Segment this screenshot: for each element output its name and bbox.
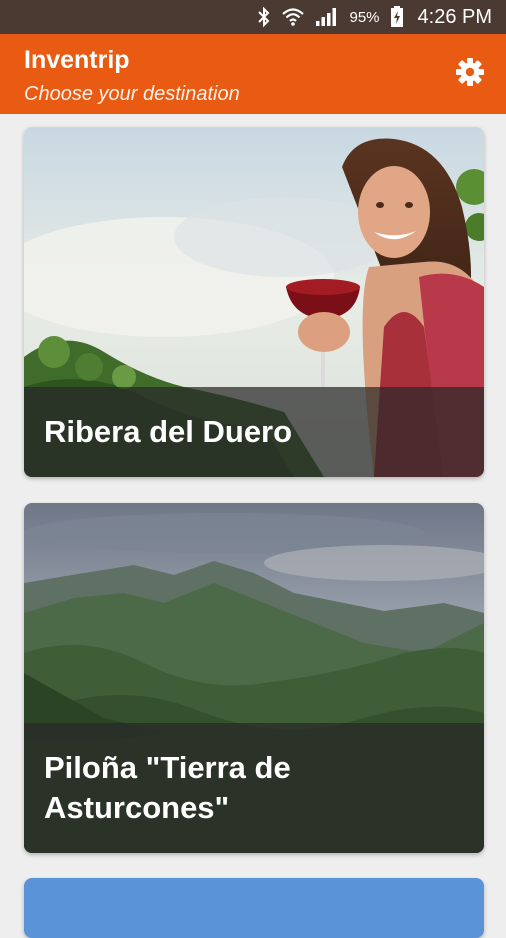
battery-percent: 95%: [349, 8, 380, 26]
destination-card[interactable]: Ribera del Duero: [24, 127, 484, 477]
battery-charging-icon: [390, 6, 404, 28]
settings-button[interactable]: [452, 56, 488, 92]
app-bar: Inventrip Choose your destination: [0, 34, 506, 114]
destination-card[interactable]: Piloña "Tierra de Asturcones": [24, 503, 484, 853]
status-time: 4:26 PM: [417, 5, 492, 28]
app-subtitle: Choose your destination: [24, 83, 240, 105]
destination-card[interactable]: [24, 878, 484, 938]
wifi-icon: [281, 7, 305, 27]
app-title: Inventrip: [24, 46, 130, 74]
status-bar: 95% 4:26 PM: [0, 0, 506, 34]
bluetooth-icon: [257, 7, 271, 27]
signal-icon: [315, 7, 339, 27]
destination-title: Ribera del Duero: [24, 387, 484, 477]
destination-title: Piloña "Tierra de Asturcones": [24, 723, 484, 853]
gear-icon: [455, 57, 485, 92]
